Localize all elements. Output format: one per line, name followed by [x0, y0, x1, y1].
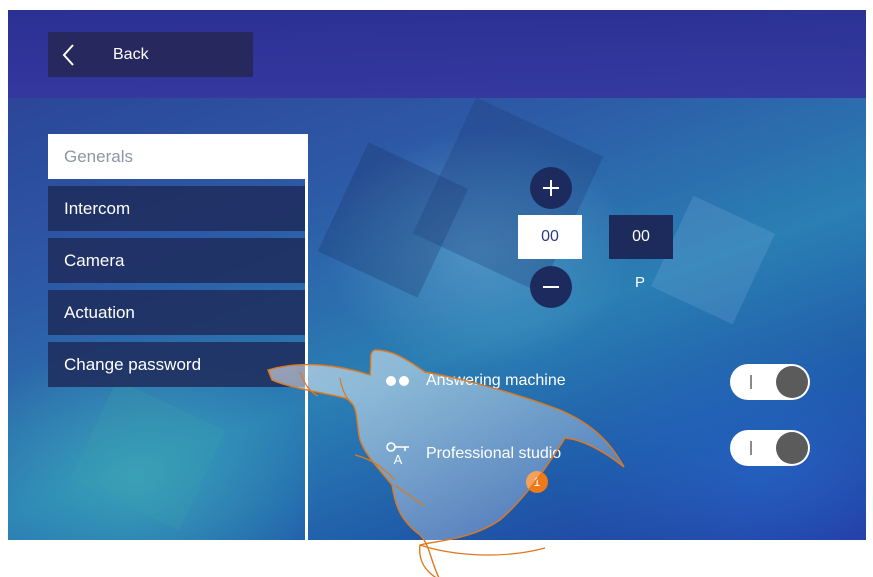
studio-icon-letter: A — [393, 452, 403, 467]
toggle-mark — [750, 375, 752, 389]
menu-item-camera[interactable]: Camera — [48, 238, 307, 283]
option-label: Answering machine — [426, 372, 566, 389]
device-screen: Back Generals Intercom Camera Actuation … — [8, 10, 866, 540]
plus-icon — [543, 180, 559, 196]
answering-machine-icon — [378, 369, 418, 393]
settings-menu: Generals Intercom Camera Actuation Chang… — [48, 134, 307, 394]
p-label: P — [635, 274, 646, 291]
toggle-knob — [776, 366, 808, 398]
menu-item-generals[interactable]: Generals — [48, 134, 307, 179]
menu-item-change-password[interactable]: Change password — [48, 342, 307, 387]
minus-icon — [543, 286, 559, 288]
address-p-field[interactable]: 00 — [609, 215, 673, 259]
chevron-left-icon — [48, 43, 88, 67]
toggle-knob — [776, 432, 808, 464]
menu-divider — [305, 134, 308, 540]
option-professional-studio: A Professional studio — [378, 437, 561, 471]
professional-studio-icon: A — [378, 437, 418, 471]
address-value-field[interactable]: 00 — [518, 215, 582, 259]
toggle-mark — [750, 441, 752, 455]
back-label: Back — [113, 45, 149, 63]
callout-number-badge: 1 — [526, 471, 548, 493]
increase-button[interactable] — [530, 167, 572, 209]
menu-item-actuation[interactable]: Actuation — [48, 290, 307, 335]
decrease-button[interactable] — [530, 266, 572, 308]
professional-studio-toggle[interactable] — [730, 430, 810, 466]
option-label: Professional studio — [426, 445, 562, 462]
option-answering-machine: Answering machine — [378, 369, 566, 393]
background-shape — [70, 379, 226, 531]
back-button[interactable]: Back — [48, 32, 253, 77]
answering-machine-toggle[interactable] — [730, 364, 810, 400]
menu-item-intercom[interactable]: Intercom — [48, 186, 307, 231]
background-shape — [412, 97, 604, 293]
